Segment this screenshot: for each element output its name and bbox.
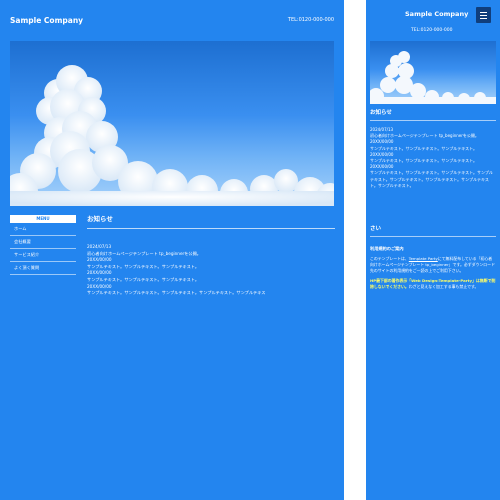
sidebar-menu: MENU ホーム 会社概要 サービス紹介 よく頂く質問 — [10, 215, 76, 275]
hero-image — [370, 41, 496, 104]
site-logo[interactable]: Sample Company — [10, 16, 83, 25]
hamburger-icon[interactable] — [476, 7, 491, 23]
section-heading: さい — [370, 224, 496, 237]
nav-item-faq[interactable]: よく頂く質問 — [10, 262, 76, 275]
terms-text: わざと見えなく加工する事も禁止です。 — [408, 284, 479, 289]
menu-heading: MENU — [10, 215, 76, 223]
nav-item-company[interactable]: 会社概要 — [10, 236, 76, 249]
terms-text: このテンプレートは、 — [370, 256, 409, 261]
terms-paragraph: このテンプレートは、Template Partyにて無料配布している「初心者向け… — [370, 256, 496, 274]
phone-number: TEL:0120-000-000 — [411, 28, 453, 33]
nav-item-home[interactable]: ホーム — [10, 223, 76, 236]
hero-image — [10, 41, 334, 206]
cloud-sky-illustration — [10, 65, 334, 206]
news-date: 2024/07/13 — [87, 244, 112, 249]
site-logo[interactable]: Sample Company — [405, 10, 468, 18]
terms-title: 利用規約のご案内 — [370, 246, 404, 251]
terms-warning-paragraph: HP最下部の著作表示「Web Design:Template-Party」は無断… — [370, 278, 496, 290]
news-list: 2024/07/13 初心者向けホームページテンプレート tp_beginner… — [370, 127, 496, 189]
nav-item-service[interactable]: サービス紹介 — [10, 249, 76, 262]
phone-number: TEL:0120-000-000 — [287, 17, 334, 23]
news-text: サンプルテキスト。サンプルテキスト。サンプルテキスト。サンプルテキスト。サンプル… — [87, 290, 266, 296]
news-date: 20XX/00/00 — [87, 270, 112, 276]
news-heading: お知らせ — [87, 213, 335, 229]
news-section: お知らせ 2024/07/13 初心者向けホームページテンプレート tp_beg… — [370, 108, 496, 189]
terms-section: さい 利用規約のご案内 このテンプレートは、Template Partyにて無料… — [370, 224, 496, 290]
mobile-view: Sample Company TEL:0120-000-000 お知らせ 202… — [366, 0, 500, 500]
cloud-sky-illustration — [370, 51, 496, 104]
template-party-link[interactable]: Template Party — [409, 256, 438, 261]
desktop-view: Sample Company TEL:0120-000-000 MENU ホーム… — [0, 0, 344, 500]
news-text: サンプルテキスト。サンプルテキスト。サンプルテキスト。 — [87, 263, 200, 269]
news-date: 20XX/00/00 — [87, 257, 112, 263]
news-text: サンプルテキスト。サンプルテキスト。サンプルテキスト。 — [87, 276, 200, 282]
news-text: サンプルテキスト。サンプルテキスト。サンプルテキスト。サンプルテキスト。サンプル… — [370, 170, 493, 188]
news-heading: お知らせ — [370, 108, 496, 121]
news-section: お知らせ 2024/07/13 初心者向けホームページテンプレート tp_beg… — [87, 213, 335, 297]
news-text: 初心者向けホームページテンプレート tp_beginnerを公開。 — [87, 250, 201, 256]
news-date: 20XX/00/00 — [87, 283, 112, 289]
news-list: 2024/07/13 初心者向けホームページテンプレート tp_beginner… — [87, 244, 335, 297]
